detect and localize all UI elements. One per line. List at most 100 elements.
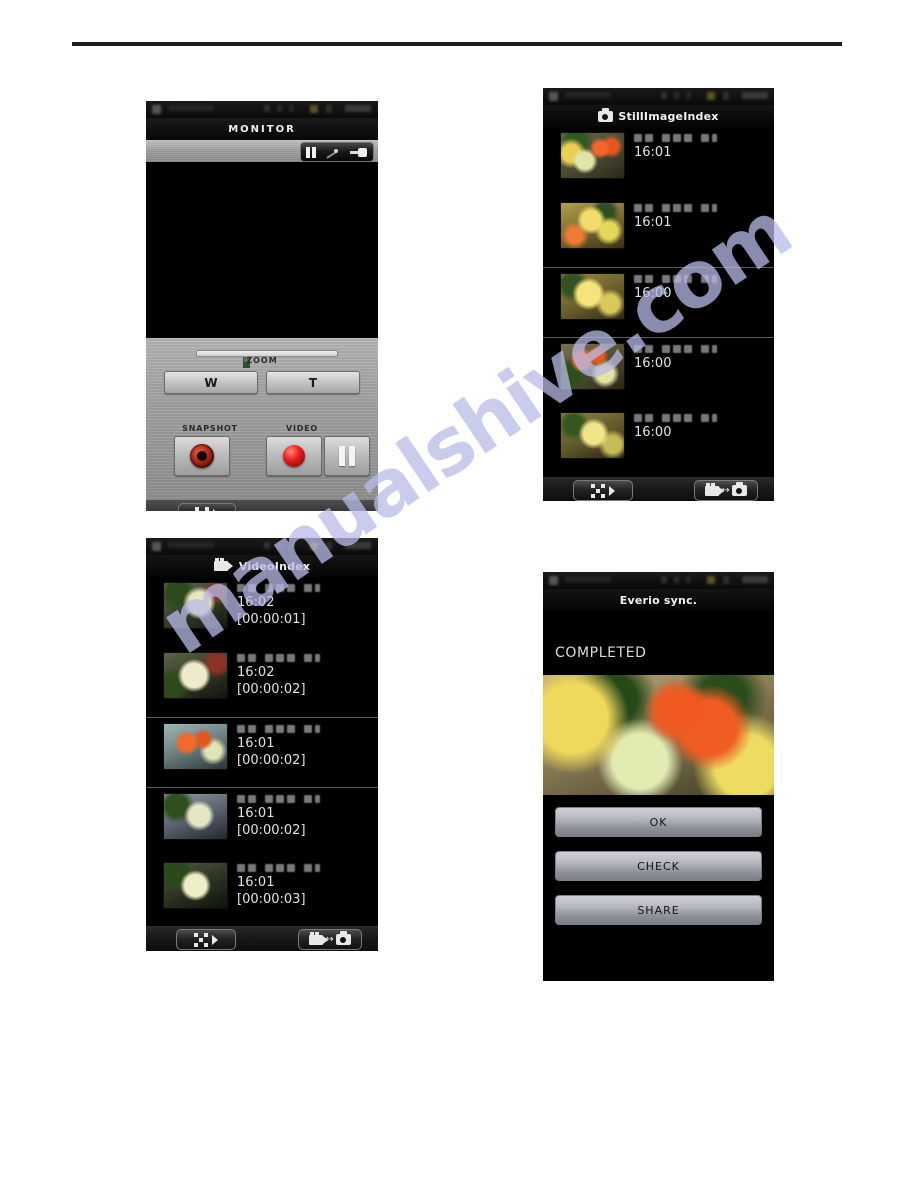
index-view-button[interactable]: [176, 929, 236, 950]
list-item[interactable]: 16:00: [543, 407, 774, 477]
list-item[interactable]: 16:01 [00:00:02]: [146, 717, 378, 787]
list-item[interactable]: 16:01 [00:00:03]: [146, 857, 378, 927]
list-item[interactable]: 16:01: [543, 127, 774, 197]
list-item-time: 16:02: [237, 595, 275, 610]
still-index-title-text: StillImageIndex: [618, 109, 719, 123]
video-index-title-bar: VideoIndex: [146, 555, 378, 577]
zoom-wide-button[interactable]: W: [164, 371, 258, 394]
thumbnail-image[interactable]: [164, 583, 227, 628]
ok-button[interactable]: OK: [555, 807, 762, 837]
everio-sync-body: COMPLETED OK CHECK SHARE: [543, 611, 774, 925]
list-item-time: 16:02: [237, 665, 275, 680]
status-icon-battery: [326, 105, 332, 113]
plug-icon: [349, 147, 368, 158]
zoom-tele-button[interactable]: T: [266, 371, 360, 394]
play-triangle-icon: [609, 485, 615, 496]
list-item-time: 16:01: [634, 215, 672, 230]
list-item-meta: 16:01: [634, 203, 717, 231]
date-redacted: [237, 864, 320, 872]
list-item-meta: 16:01 [00:00:02]: [237, 794, 320, 839]
date-redacted: [634, 414, 717, 422]
video-list[interactable]: 16:02 [00:00:01] 16:02 [00:00:02] 16:01: [146, 577, 378, 926]
list-item[interactable]: 16:01: [543, 197, 774, 267]
date-redacted: [237, 725, 320, 733]
thumbnail-image[interactable]: [561, 413, 624, 458]
date-redacted: [634, 345, 717, 353]
status-icon-signal: [289, 542, 294, 549]
everio-sync-title-text: Everio sync.: [619, 593, 698, 607]
thumbnail-image[interactable]: [164, 794, 227, 839]
video-camera-icon: [309, 931, 329, 945]
status-icon-alert: [707, 576, 715, 584]
list-item-time: 16:00: [634, 356, 672, 371]
screenshot-still-image-index: StillImageIndex 16:01 16:01 16:00 16:00 …: [543, 88, 774, 501]
still-image-list[interactable]: 16:01 16:01 16:00 16:00 16:00: [543, 127, 774, 477]
video-still-toggle-button[interactable]: ↔: [694, 480, 758, 501]
sync-preview-image[interactable]: [543, 675, 774, 795]
status-icon-battery: [723, 576, 729, 584]
thumbnail-image[interactable]: [561, 133, 624, 178]
date-redacted: [634, 275, 717, 283]
list-item-meta: 16:01 [00:00:03]: [237, 863, 320, 908]
page-header-rule: [72, 42, 842, 46]
status-icon-signal: [289, 105, 294, 112]
status-icon-wifi: [277, 542, 282, 549]
status-icon-notification-group: [168, 105, 214, 111]
status-icon-sync: [661, 576, 667, 583]
status-clock: [742, 92, 768, 99]
list-item-time: 16:00: [634, 286, 672, 301]
video-camera-icon: [213, 558, 233, 571]
list-item-time: 16:01: [237, 806, 275, 821]
status-icon-battery: [723, 92, 729, 100]
status-icon-alert: [310, 542, 318, 550]
connection-status-button[interactable]: [300, 142, 374, 162]
still-index-title-bar: StillImageIndex: [543, 105, 774, 127]
thumbnail-image[interactable]: [561, 274, 624, 319]
status-icon-notification-group: [168, 542, 214, 548]
snapshot-section-label: SNAPSHOT: [182, 424, 238, 433]
index-view-button[interactable]: [573, 480, 633, 501]
thumbnail-index-icon: [195, 506, 209, 512]
date-redacted: [634, 134, 717, 142]
thumbnail-image[interactable]: [561, 344, 624, 389]
video-still-swap-icon: ↔: [309, 931, 351, 945]
status-icon-wifi: [277, 105, 282, 112]
list-item[interactable]: 16:02 [00:00:01]: [146, 577, 378, 647]
status-icon-signal: [686, 92, 691, 99]
thumbnail-image[interactable]: [561, 203, 624, 248]
list-item-time: 16:01: [237, 875, 275, 890]
status-icon-notification-group: [565, 92, 611, 98]
live-preview-area[interactable]: [146, 162, 378, 338]
status-icon-notification: [152, 105, 161, 114]
status-icon-battery: [326, 542, 332, 550]
index-view-button[interactable]: [178, 503, 236, 511]
screenshot-video-index: VideoIndex 16:02 [00:00:01] 16:02 [00:00…: [146, 538, 378, 951]
video-camera-icon: [705, 482, 725, 496]
list-item[interactable]: 16:01 [00:00:02]: [146, 787, 378, 857]
record-pause-button[interactable]: [324, 436, 370, 476]
video-still-toggle-button[interactable]: ↔: [298, 929, 362, 950]
list-item-duration: [00:00:02]: [237, 682, 306, 697]
thumbnail-image[interactable]: [164, 724, 227, 769]
status-clock: [345, 542, 371, 549]
record-dot-icon: [283, 445, 305, 467]
snapshot-button[interactable]: [174, 436, 230, 476]
list-item-meta: 16:00: [634, 413, 717, 441]
check-button[interactable]: CHECK: [555, 851, 762, 881]
list-item[interactable]: 16:02 [00:00:02]: [146, 647, 378, 717]
list-item-duration: [00:00:02]: [237, 823, 306, 838]
thumbnail-image[interactable]: [164, 863, 227, 908]
record-button[interactable]: [266, 436, 322, 476]
pause-icon: [306, 146, 317, 158]
status-icon-wifi: [674, 92, 679, 99]
pause-icon: [339, 446, 355, 466]
still-camera-icon: [335, 931, 351, 945]
list-item[interactable]: 16:00: [543, 337, 774, 407]
monitor-title-text: MONITOR: [228, 123, 296, 135]
thumbnail-image[interactable]: [164, 653, 227, 698]
share-button[interactable]: SHARE: [555, 895, 762, 925]
video-index-title-text: VideoIndex: [238, 559, 311, 573]
list-item-duration: [00:00:02]: [237, 753, 306, 768]
list-item[interactable]: 16:00: [543, 267, 774, 337]
screenshot-everio-sync: Everio sync. COMPLETED OK CHECK SHARE: [543, 572, 774, 981]
